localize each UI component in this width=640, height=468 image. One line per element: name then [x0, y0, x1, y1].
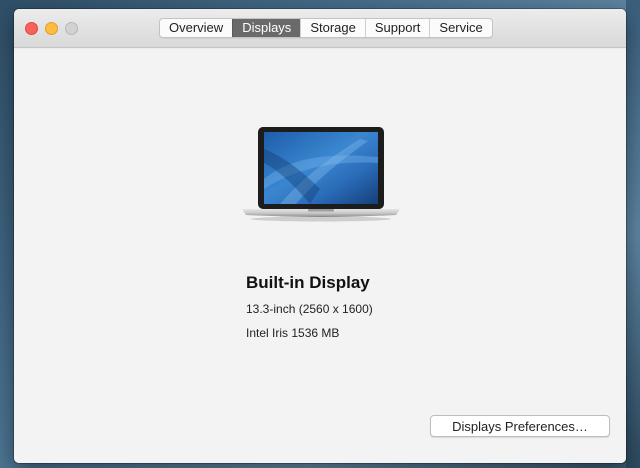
close-button[interactable]: [25, 22, 38, 35]
display-graphics: Intel Iris 1536 MB: [246, 326, 340, 340]
zoom-button: [65, 22, 78, 35]
desktop-background: [626, 0, 640, 468]
tab-service[interactable]: Service: [429, 19, 491, 37]
display-size-resolution: 13.3-inch (2560 x 1600): [246, 302, 373, 316]
minimize-button[interactable]: [45, 22, 58, 35]
tab-support[interactable]: Support: [364, 19, 430, 37]
tab-displays[interactable]: Displays: [232, 19, 301, 37]
macbook-pro-icon: [242, 127, 400, 222]
tab-storage[interactable]: Storage: [300, 19, 365, 37]
display-name: Built-in Display: [246, 273, 370, 292]
displays-pane: Built-in Display 13.3-inch (2560 x 1600)…: [14, 49, 626, 463]
about-this-mac-window: Overview Displays Storage Support Servic…: [14, 9, 626, 463]
tab-overview[interactable]: Overview: [160, 19, 232, 37]
tab-bar: Overview Displays Storage Support Servic…: [159, 18, 493, 38]
title-bar: Overview Displays Storage Support Servic…: [14, 9, 626, 48]
displays-preferences-button[interactable]: Displays Preferences…: [430, 415, 610, 437]
